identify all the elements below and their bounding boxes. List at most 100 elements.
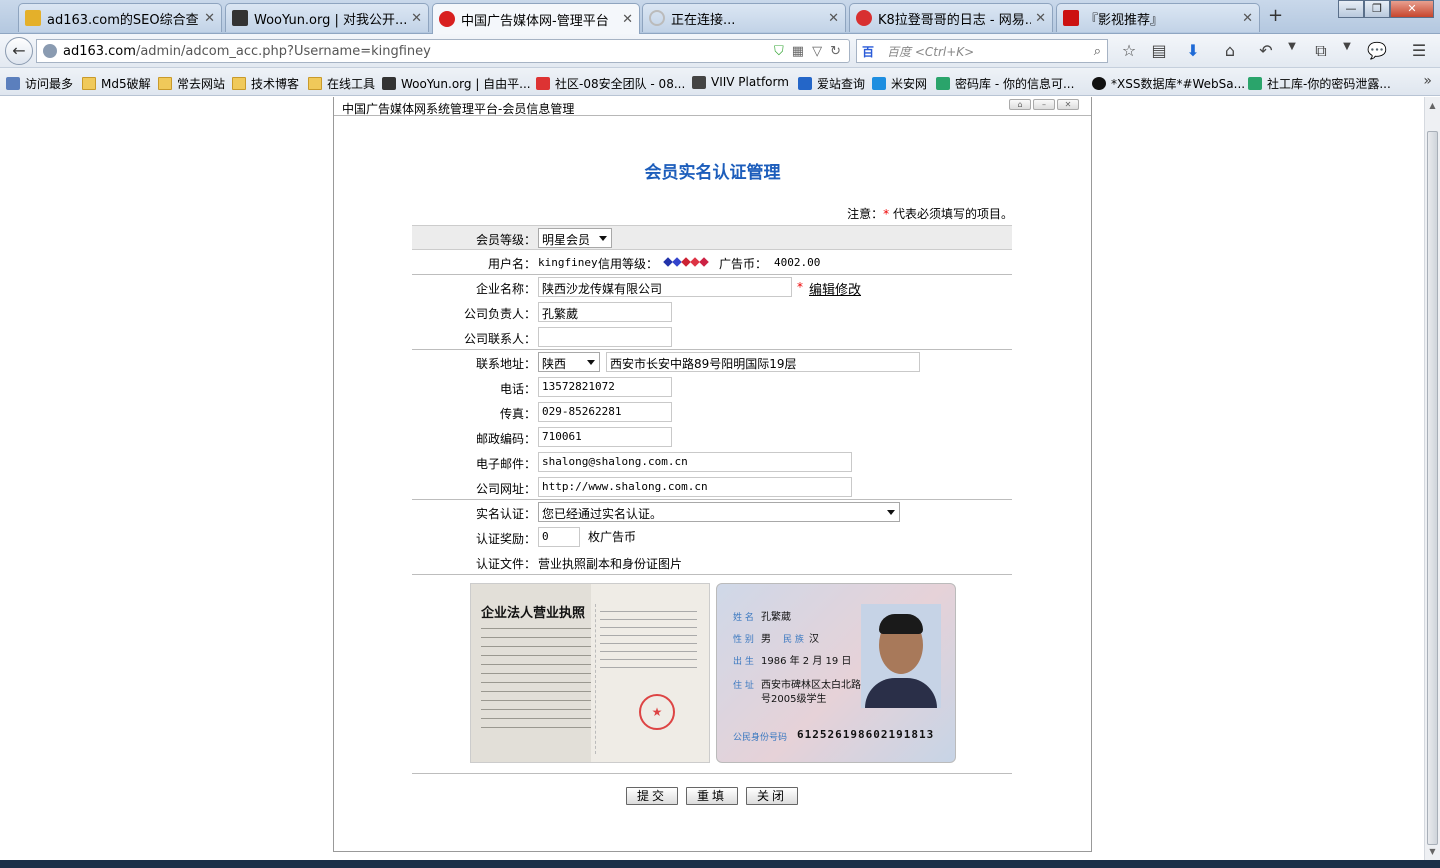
bookmark-item[interactable]: 访问最多 [6,75,73,92]
close-tab-icon[interactable]: ✕ [622,12,633,27]
dropdown-arrow-icon[interactable]: ▽ [812,44,822,59]
page-title: 会员实名认证管理 [644,163,781,183]
fax-label: 传真： [499,407,536,421]
search-box[interactable]: 百 百度 <Ctrl+K> ⌕ [856,39,1108,63]
submit-button[interactable]: 提交 [626,787,678,805]
reward-row: 认证奖励： 0 枚广告币 [412,525,1012,550]
reading-list-icon[interactable]: ▤ [1148,41,1170,60]
mian-icon [872,77,886,90]
tab-title: 中国广告媒体网-管理平台 [461,13,609,29]
bookmark-item[interactable]: *XSS数据库*#WebSa... [1092,75,1245,92]
close-tab-icon[interactable]: ✕ [204,11,215,26]
tab-title: K8拉登哥哥的日志 - 网易... [878,12,1032,28]
bookmark-folder[interactable]: 在线工具 [308,75,375,92]
verify-select[interactable]: 您已经通过实名认证。 [538,502,900,522]
scroll-down-icon[interactable]: ▼ [1427,847,1438,856]
admin-panel: 中国广告媒体网系统管理平台-会员信息管理 ⌂ – ✕ 会员实名认证管理 注意：*… [333,97,1092,852]
tab-k8-blog[interactable]: K8拉登哥哥的日志 - 网易... ✕ [849,3,1053,32]
bookmark-folder[interactable]: Md5破解 [82,75,151,92]
home-icon[interactable]: ⌂ [1219,41,1241,60]
id-name-key: 姓 名 [733,613,754,623]
menu-icon[interactable]: ☰ [1408,41,1430,60]
reward-input[interactable]: 0 [538,527,580,547]
id-sex: 男 [761,634,771,645]
minimize-icon[interactable]: — [1338,0,1364,18]
bookmark-folder[interactable]: 常去网站 [158,75,225,92]
verify-label: 实名认证： [475,507,536,521]
close-button[interactable]: 关闭 [746,787,798,805]
bookmark-folder[interactable]: 技术博客 [232,75,299,92]
chevron-down-icon [887,510,895,515]
navigation-toolbar: ← ad163.com/admin/adcom_acc.php?Username… [0,34,1440,68]
reset-button[interactable]: 重填 [686,787,738,805]
email-input[interactable]: shalong@shalong.com.cn [538,452,852,472]
scroll-up-icon[interactable]: ▲ [1427,101,1438,110]
edit-link[interactable]: 编辑修改 [809,279,861,298]
bookmark-item[interactable]: 密码库 - 你的信息可... [936,75,1074,92]
tab-movies[interactable]: 『影视推荐』 ✕ [1056,3,1260,32]
restore-icon[interactable]: ❐ [1364,0,1390,18]
search-icon[interactable]: ⌕ [1094,44,1101,59]
reload-icon[interactable]: ↻ [830,44,841,59]
phone-input[interactable]: 13572821072 [538,377,672,397]
company-row: 企业名称： 陕西沙龙传媒有限公司 * 编辑修改 [412,275,1012,300]
bookmark-item[interactable]: 米安网 [872,75,927,92]
bookmark-item[interactable]: 爱站查询 [798,75,865,92]
close-tab-icon[interactable]: ✕ [411,11,422,26]
panel-minimize-icon[interactable]: – [1033,99,1055,110]
fax-input[interactable]: 029-85262281 [538,402,672,422]
chevron-down-icon[interactable]: ▼ [1281,41,1303,52]
company-input[interactable]: 陕西沙龙传媒有限公司 [538,277,792,297]
undo-icon[interactable]: ↶ [1255,41,1277,60]
panel-home-icon[interactable]: ⌂ [1009,99,1031,110]
tab-seo[interactable]: ad163.com的SEO综合查... ✕ [18,3,222,32]
contact-input[interactable] [538,327,672,347]
download-icon[interactable]: ⬇ [1182,41,1204,60]
address-bar[interactable]: ad163.com/admin/adcom_acc.php?Username=k… [36,39,850,63]
bookmark-icon [6,77,20,90]
close-tab-icon[interactable]: ✕ [1242,11,1253,26]
new-tab-button[interactable]: + [1268,5,1283,26]
scrollbar-thumb[interactable] [1427,131,1438,845]
tab-wooyun[interactable]: WooYun.org | 对我公开... ✕ [225,3,429,32]
member-level-row: 会员等级： 明星会员 [412,225,1012,250]
back-button[interactable]: ← [5,37,33,65]
chevron-down-icon[interactable]: ▼ [1336,41,1358,52]
folder-icon [82,77,96,90]
close-window-icon[interactable]: ✕ [1390,0,1434,18]
manager-input[interactable]: 孔繁葳 [538,302,672,322]
zip-input[interactable]: 710061 [538,427,672,447]
tab-loading[interactable]: 正在连接... ✕ [642,3,846,32]
vertical-scrollbar[interactable]: ▲ ▼ [1424,97,1440,860]
bookmark-star-icon[interactable]: ☆ [1118,41,1140,60]
qr-code-icon[interactable]: ▦ [792,44,804,59]
close-tab-icon[interactable]: ✕ [1035,11,1046,26]
bookmark-item[interactable]: 社区-08安全团队 - 08... [536,75,685,92]
fax-row: 传真： 029-85262281 [412,400,1012,425]
more-bookmarks-icon[interactable]: » [1423,73,1432,89]
contact-row: 公司联系人： [412,325,1012,350]
member-level-select[interactable]: 明星会员 [538,228,612,248]
address-input[interactable]: 西安市长安中路89号阳明国际19层 [606,352,920,372]
bookmark-item[interactable]: 社工库-你的密码泄露... [1248,75,1391,92]
chat-icon[interactable]: 💬 [1366,41,1388,60]
id-card-image: 姓 名 孔繁葳 性 别 男 民 族 汉 出 生 1986 年 2 月 19 日 … [716,583,956,763]
tab-admin-active[interactable]: 中国广告媒体网-管理平台 ✕ [432,3,640,34]
baidu-engine-icon[interactable]: 百 [857,43,879,60]
bookmark-item[interactable]: VIIV Platform [692,75,789,89]
page-viewport: 中国广告媒体网系统管理平台-会员信息管理 ⌂ – ✕ 会员实名认证管理 注意：*… [0,97,1424,860]
screenshot-icon[interactable]: ⧉ [1310,41,1332,61]
username-row: 用户名： kingfiney 信用等级： 广告币： 4002.00 [412,250,1012,275]
wooyun-favicon-icon [232,10,248,26]
reward-label: 认证奖励： [475,532,536,546]
chevron-down-icon [599,236,607,241]
close-tab-icon[interactable]: ✕ [828,11,839,26]
bookmark-item[interactable]: WooYun.org | 自由平... [382,75,531,92]
shield-icon[interactable]: ⛉ [774,44,784,59]
province-select[interactable]: 陕西 [538,352,600,372]
website-input[interactable]: http://www.shalong.com.cn [538,477,852,497]
aizhan-icon [798,77,812,90]
panel-close-icon[interactable]: ✕ [1057,99,1079,110]
address-label: 联系地址： [475,357,536,371]
username-label: 用户名： [487,257,536,271]
